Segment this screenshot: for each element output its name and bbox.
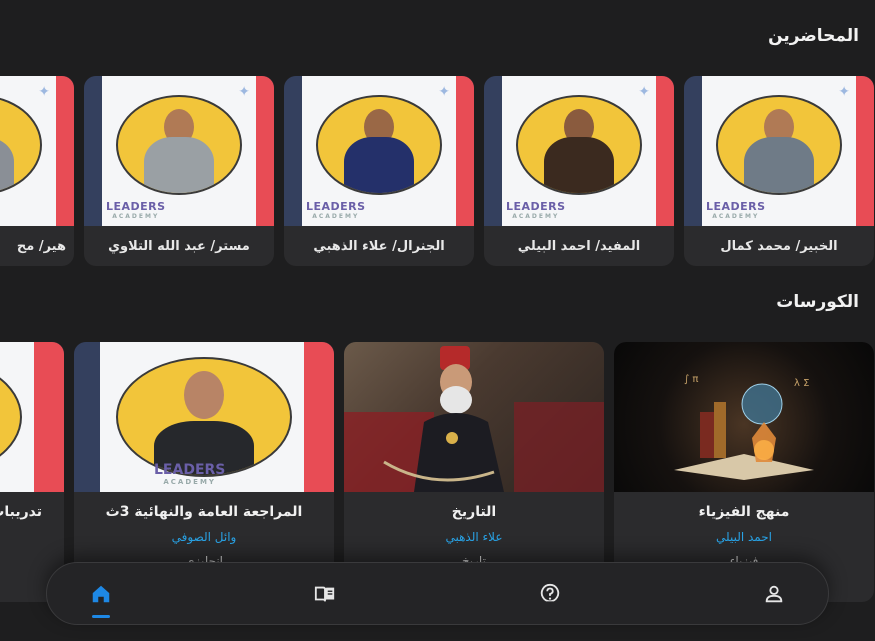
course-cover-image: ∫ π λ Σ (614, 342, 874, 492)
lecturer-photo: ✦ LEADERS ACADEMY (284, 76, 474, 226)
lecturer-card[interactable]: ✦ LEADERS ACADEMY المفيد/ احمد البيلي (484, 76, 674, 266)
lecturer-card[interactable]: ✦ LEADERS ACADEMY الخبير/ محمد كمال (684, 76, 874, 266)
svg-text:∫ π: ∫ π (684, 374, 698, 385)
brand-mark-icon: ✦ (438, 84, 450, 100)
courses-section-title: الكورسات (776, 292, 859, 312)
leaders-logo: LEADERS ACADEMY (154, 462, 226, 486)
home-icon (92, 585, 110, 602)
lecturer-card[interactable]: ✦ LEADERS ACADEMY الجنرال/ علاء الذهبي (284, 76, 474, 266)
leaders-logo: LEADERS ACADEMY (506, 200, 566, 220)
course-teacher[interactable]: علاء الذهبي (344, 530, 604, 544)
physics-illustration: ∫ π λ Σ (674, 374, 814, 480)
question-icon (540, 583, 559, 604)
nav-courses[interactable] (293, 572, 357, 616)
brand-mark-icon: ✦ (38, 84, 50, 100)
lecturers-section-title: المحاضرين (768, 26, 859, 46)
course-title: التاريخ (451, 504, 497, 520)
brand-mark-icon: ✦ (238, 84, 250, 100)
course-teacher[interactable]: وائل الصوفي (74, 530, 334, 544)
lecturer-name: مستر/ عبد الله التلاوي (108, 239, 250, 254)
lecturer-name: الجنرال/ علاء الذهبي (313, 239, 445, 254)
lecturer-name: هير/ مح (16, 239, 66, 254)
course-cover-image: LEADERS ACADEMY (74, 342, 334, 492)
history-portrait (344, 346, 604, 492)
lecturer-photo: ✦ (0, 76, 74, 226)
leaders-logo: LEADERS ACADEMY (706, 200, 766, 220)
lecturer-photo: ✦ LEADERS ACADEMY (84, 76, 274, 226)
lecturer-card[interactable]: ✦ LEADERS ACADEMY مستر/ عبد الله التلاوي (84, 76, 274, 266)
active-indicator (92, 614, 110, 618)
course-title: منهج الفيزياء (698, 504, 790, 520)
bottom-navigation-bar (46, 562, 829, 625)
profile-icon (765, 585, 783, 602)
course-cover-image (344, 342, 604, 492)
lecturer-name: الخبير/ محمد كمال (720, 239, 838, 254)
course-title: المراجعة العامة والنهائية 3ث (105, 504, 303, 520)
leaders-logo: LEADERS ACADEMY (106, 200, 166, 220)
lecturer-photo: ✦ LEADERS ACADEMY (484, 76, 674, 226)
lecturer-card[interactable]: ✦ هير/ مح (0, 76, 74, 266)
leaders-logo: LEADERS ACADEMY (306, 200, 366, 220)
course-card[interactable]: تدريبات (0, 342, 64, 602)
course-cover-image (0, 342, 64, 492)
course-title: تدريبات (0, 504, 42, 520)
nav-profile[interactable] (742, 572, 806, 616)
lecturer-name: المفيد/ احمد البيلي (517, 239, 641, 254)
lecturer-photo: ✦ LEADERS ACADEMY (684, 76, 874, 226)
lecturers-carousel[interactable]: ✦ LEADERS ACADEMY الخبير/ محمد كمال ✦ LEA… (0, 76, 875, 266)
svg-text:λ Σ: λ Σ (794, 378, 809, 389)
book-icon (315, 586, 335, 601)
brand-mark-icon: ✦ (838, 84, 850, 100)
brand-mark-icon: ✦ (638, 84, 650, 100)
nav-home[interactable] (69, 572, 133, 618)
course-teacher[interactable]: احمد البيلي (614, 530, 874, 544)
nav-help[interactable] (518, 572, 582, 616)
